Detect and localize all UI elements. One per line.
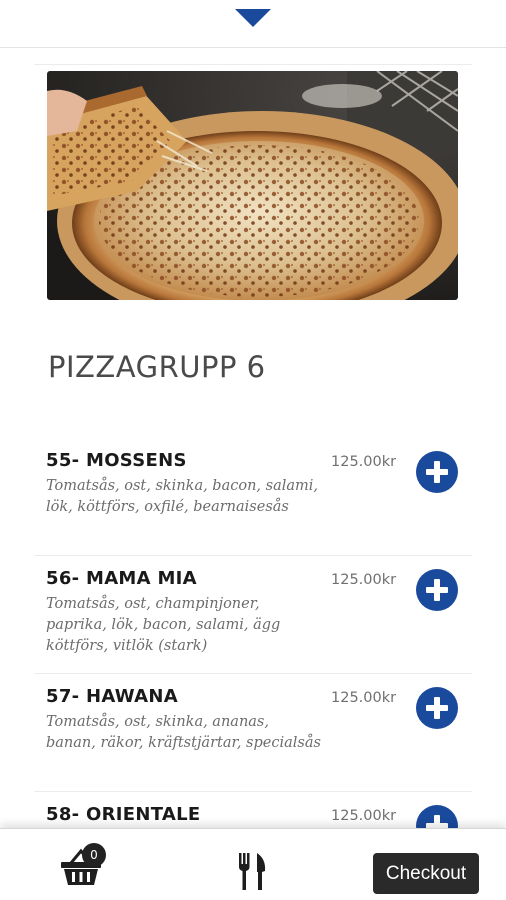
menu-item: 57- HAWANA Tomatsås, ost, skinka, ananas… [0,674,506,792]
divider [34,64,472,65]
item-name: 57- HAWANA [46,686,178,707]
item-description: Tomatsås, ost, skinka, bacon, salami, lö… [46,478,319,515]
item-description: Tomatsås, ost, skinka, ananas, banan, rä… [46,714,321,751]
plus-circle-icon[interactable] [416,451,458,493]
item-name: 58- ORIENTALE [46,804,201,825]
plus-circle-icon[interactable] [416,687,458,729]
menu-item: 55- MOSSENS Tomatsås, ost, skinka, bacon… [0,438,506,556]
plus-circle-icon[interactable] [416,569,458,611]
item-description: Tomatsås, ost, champinjoner, paprika, lö… [46,596,281,654]
page-title: PIZZAGRUPP 6 [48,350,266,384]
menu-item: 56- MAMA MIA Tomatsås, ost, champinjoner… [0,556,506,674]
item-price: 125.00kr [331,454,397,470]
top-bar [0,0,506,48]
bottom-nav: 0 Checkout [0,828,506,900]
item-name: 56- MAMA MIA [46,568,197,589]
fork-knife-icon[interactable] [236,853,268,891]
hero-image [47,71,458,300]
item-price: 125.00kr [331,572,397,588]
checkout-button[interactable]: Checkout [373,853,479,894]
item-price: 125.00kr [331,808,397,824]
caret-down-icon[interactable] [234,8,272,28]
item-name: 55- MOSSENS [46,450,187,471]
item-price: 125.00kr [331,690,397,706]
cart-count-badge: 0 [82,843,106,867]
